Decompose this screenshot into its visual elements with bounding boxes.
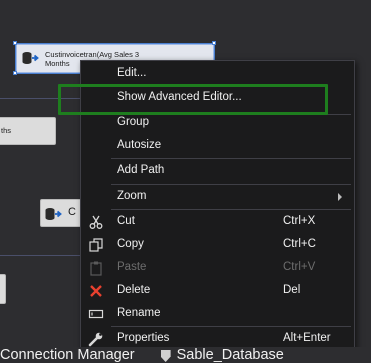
menu-item-copy[interactable]: Copy Ctrl+C: [81, 234, 354, 256]
resize-handle-tr[interactable]: [212, 41, 216, 45]
menu-item-paste-shortcut: Ctrl+V: [283, 261, 316, 273]
annotation-highlight-box: [58, 84, 328, 115]
partial-component-letter: C: [68, 206, 76, 218]
rename-icon: [88, 309, 104, 319]
menu-item-group-label: Group: [117, 116, 149, 128]
menu-separator: [111, 158, 351, 159]
scissors-icon: [89, 215, 103, 229]
component-label-line1: Custinvoicetran(Avg Sales 3: [45, 50, 140, 59]
menu-item-delete[interactable]: Delete Del: [81, 280, 354, 302]
menu-item-add-path[interactable]: Add Path: [81, 160, 354, 182]
menu-item-properties-label: Properties: [117, 332, 170, 344]
connection-manager-tab[interactable]: Connection Manager: [0, 347, 135, 363]
partial-component-bottom[interactable]: [0, 274, 6, 304]
menu-item-edit[interactable]: Edit...: [81, 63, 354, 85]
canvas-divider-bottom: [0, 255, 80, 256]
menu-separator: [111, 184, 351, 185]
menu-item-cut-shortcut: Ctrl+X: [283, 215, 316, 227]
menu-separator: [111, 209, 351, 210]
menu-item-autosize-label: Autosize: [117, 139, 162, 151]
menu-item-rename[interactable]: Rename: [81, 303, 354, 325]
menu-item-copy-shortcut: Ctrl+C: [283, 238, 316, 250]
menu-item-copy-label: Copy: [117, 238, 144, 250]
menu-separator: [111, 326, 351, 327]
menu-item-delete-shortcut: Del: [283, 284, 301, 296]
menu-item-cut-label: Cut: [117, 215, 135, 227]
menu-item-paste[interactable]: Paste Ctrl+V: [81, 257, 354, 279]
menu-item-add-path-label: Add Path: [117, 164, 165, 176]
resize-handle-bl[interactable]: [13, 71, 17, 75]
menu-item-group[interactable]: Group: [81, 112, 354, 134]
resize-handle-tl[interactable]: [13, 41, 17, 45]
menu-item-zoom[interactable]: Zoom: [81, 186, 354, 208]
menu-item-rename-label: Rename: [117, 307, 161, 319]
menu-item-paste-label: Paste: [117, 261, 147, 273]
menu-item-properties-shortcut: Alt+Enter: [283, 332, 331, 344]
delete-x-icon: [90, 285, 102, 297]
connection-sable-database[interactable]: Sable_Database: [177, 347, 284, 363]
partial-component-label: ths: [1, 126, 12, 135]
paste-icon: [90, 261, 102, 276]
menu-item-edit-label: Edit...: [117, 67, 147, 79]
menu-item-delete-label: Delete: [117, 284, 151, 296]
partial-component-left[interactable]: ths: [0, 117, 56, 145]
submenu-arrow-icon: [338, 193, 342, 201]
shield-icon: [160, 350, 171, 362]
database-source-icon: [45, 208, 62, 220]
connection-manager-strip: Connection Manager Sable_Database: [0, 347, 371, 363]
menu-item-autosize[interactable]: Autosize: [81, 135, 354, 157]
menu-item-zoom-label: Zoom: [117, 190, 147, 202]
database-source-icon: [22, 52, 39, 64]
copy-icon: [89, 238, 103, 252]
menu-item-cut[interactable]: Cut Ctrl+X: [81, 211, 354, 233]
wrench-icon: [88, 332, 103, 347]
